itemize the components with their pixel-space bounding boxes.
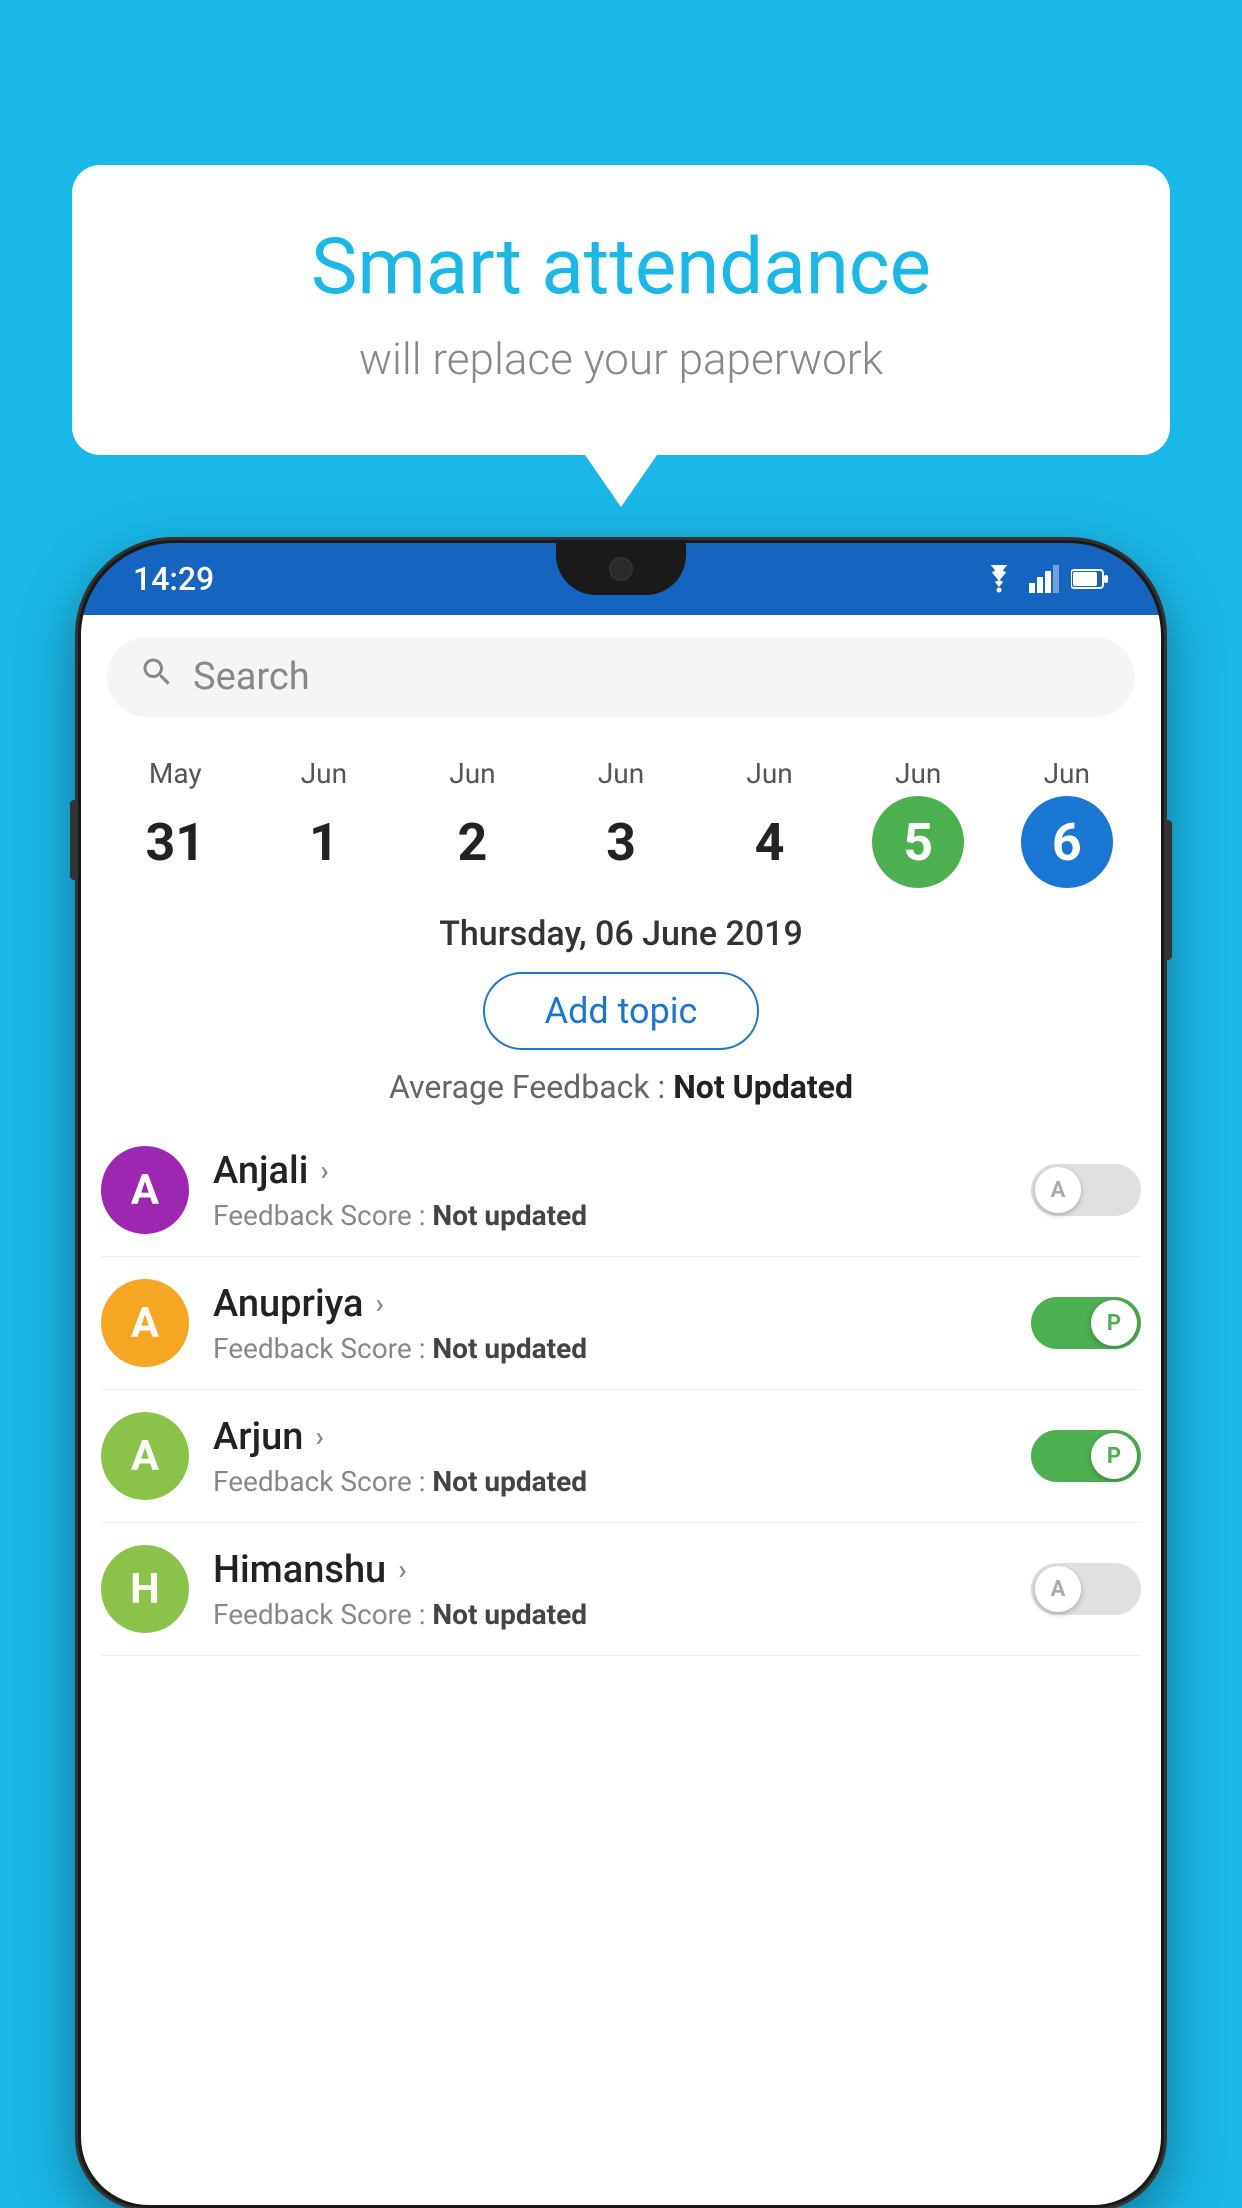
phone-notch [556, 543, 686, 595]
date-day: 6 [1021, 796, 1113, 888]
feedback-value: Not updated [432, 1465, 587, 1498]
date-scroller[interactable]: May 31 Jun 1 Jun 2 Jun 3 Jun 4 Jun 5 Jun… [81, 739, 1161, 900]
date-month: Jun [746, 757, 792, 790]
signal-icon [1029, 565, 1059, 593]
student-item[interactable]: A Anjali › Feedback Score : Not updated … [101, 1124, 1141, 1257]
avg-feedback-label: Average Feedback : [389, 1068, 665, 1106]
student-item[interactable]: A Anupriya › Feedback Score : Not update… [101, 1257, 1141, 1390]
date-item[interactable]: Jun 3 [547, 757, 696, 888]
speech-bubble: Smart attendance will replace your paper… [72, 165, 1170, 455]
speech-bubble-title: Smart attendance [152, 225, 1090, 311]
student-name: Anjali › [213, 1149, 1007, 1193]
toggle-switch[interactable]: P [1031, 1430, 1141, 1482]
date-day: 1 [278, 796, 370, 888]
toggle-knob: A [1035, 1566, 1081, 1612]
selected-date: Thursday, 06 June 2019 [81, 914, 1161, 954]
date-item[interactable]: Jun 6 [992, 757, 1141, 888]
attendance-toggle[interactable]: P [1031, 1297, 1141, 1349]
student-feedback: Feedback Score : Not updated [213, 1465, 1007, 1498]
student-feedback: Feedback Score : Not updated [213, 1199, 1007, 1232]
student-avatar: H [101, 1545, 189, 1633]
attendance-toggle[interactable]: P [1031, 1430, 1141, 1482]
student-item[interactable]: A Arjun › Feedback Score : Not updated P [101, 1390, 1141, 1523]
date-month: Jun [895, 757, 941, 790]
front-camera [609, 557, 633, 581]
avg-feedback-value: Not Updated [673, 1068, 853, 1106]
date-day: 3 [575, 796, 667, 888]
toggle-switch[interactable]: A [1031, 1164, 1141, 1216]
student-info: Anjali › Feedback Score : Not updated [213, 1149, 1007, 1232]
student-info: Himanshu › Feedback Score : Not updated [213, 1548, 1007, 1631]
date-item[interactable]: Jun 5 [844, 757, 993, 888]
status-time: 14:29 [133, 560, 214, 598]
toggle-switch[interactable]: A [1031, 1563, 1141, 1615]
student-info: Anupriya › Feedback Score : Not updated [213, 1282, 1007, 1365]
phone-screen: 14:29 [81, 543, 1161, 2205]
student-avatar: A [101, 1412, 189, 1500]
date-day: 31 [129, 796, 221, 888]
status-icons [981, 565, 1109, 593]
add-topic-button[interactable]: Add topic [483, 972, 760, 1050]
feedback-value: Not updated [432, 1199, 587, 1232]
date-day: 5 [872, 796, 964, 888]
battery-icon [1071, 568, 1109, 590]
date-month: Jun [301, 757, 347, 790]
chevron-icon: › [315, 1420, 323, 1453]
date-month: Jun [449, 757, 495, 790]
search-bar[interactable]: Search [107, 637, 1135, 717]
date-item[interactable]: Jun 2 [398, 757, 547, 888]
phone-screen-content: Search May 31 Jun 1 Jun 2 Jun 3 Jun 4 Ju… [81, 615, 1161, 2205]
wifi-icon [981, 565, 1017, 593]
student-avatar: A [101, 1146, 189, 1234]
student-name: Arjun › [213, 1415, 1007, 1459]
toggle-knob: P [1091, 1300, 1137, 1346]
chevron-icon: › [375, 1287, 383, 1320]
phone-frame: 14:29 [78, 540, 1164, 2208]
toggle-knob: A [1035, 1167, 1081, 1213]
date-item[interactable]: May 31 [101, 757, 250, 888]
student-feedback: Feedback Score : Not updated [213, 1332, 1007, 1365]
student-feedback: Feedback Score : Not updated [213, 1598, 1007, 1631]
student-item[interactable]: H Himanshu › Feedback Score : Not update… [101, 1523, 1141, 1656]
chevron-icon: › [398, 1553, 406, 1586]
search-placeholder: Search [193, 655, 310, 699]
date-day: 4 [724, 796, 816, 888]
student-name: Himanshu › [213, 1548, 1007, 1592]
student-info: Arjun › Feedback Score : Not updated [213, 1415, 1007, 1498]
power-button [1164, 820, 1172, 960]
speech-bubble-subtitle: will replace your paperwork [152, 333, 1090, 385]
student-name: Anupriya › [213, 1282, 1007, 1326]
date-item[interactable]: Jun 1 [250, 757, 399, 888]
search-icon [139, 654, 175, 700]
date-day: 2 [426, 796, 518, 888]
feedback-value: Not updated [432, 1332, 587, 1365]
attendance-toggle[interactable]: A [1031, 1164, 1141, 1216]
toggle-knob: P [1091, 1433, 1137, 1479]
attendance-toggle[interactable]: A [1031, 1563, 1141, 1615]
student-avatar: A [101, 1279, 189, 1367]
avg-feedback: Average Feedback : Not Updated [81, 1068, 1161, 1106]
chevron-icon: › [320, 1154, 328, 1187]
volume-button [70, 800, 78, 880]
feedback-value: Not updated [432, 1598, 587, 1631]
toggle-switch[interactable]: P [1031, 1297, 1141, 1349]
date-month: May [149, 757, 202, 790]
date-item[interactable]: Jun 4 [695, 757, 844, 888]
date-month: Jun [1044, 757, 1090, 790]
student-list: A Anjali › Feedback Score : Not updated … [81, 1124, 1161, 1656]
search-magnifier-icon [139, 654, 175, 690]
date-month: Jun [598, 757, 644, 790]
